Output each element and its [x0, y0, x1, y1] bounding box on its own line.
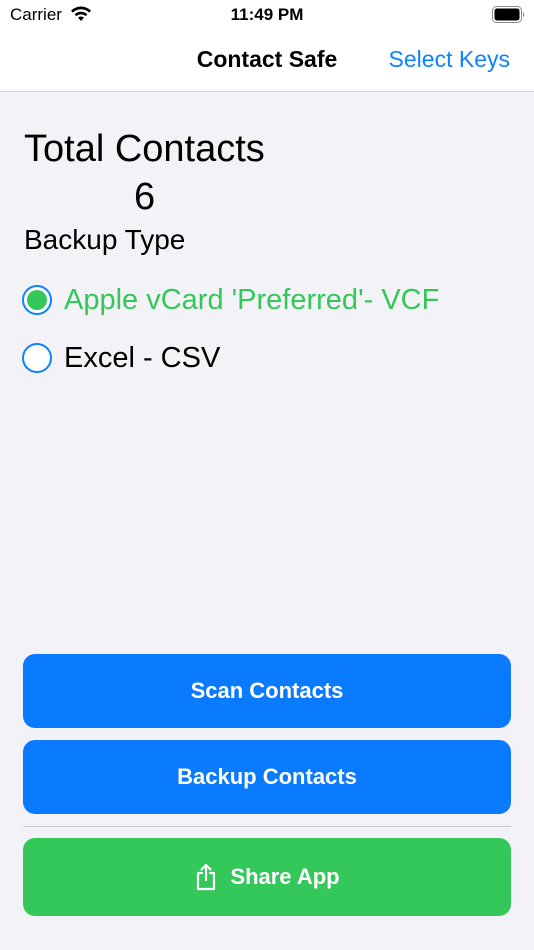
app-screen: Carrier 11:49 PM Contact Safe Select Key…	[0, 0, 534, 950]
total-contacts-label: Total Contacts	[24, 128, 265, 170]
select-keys-button[interactable]: Select Keys	[389, 46, 510, 73]
backup-option-vcf[interactable]: Apple vCard 'Preferred'- VCF	[22, 283, 439, 317]
backup-type-label: Backup Type	[24, 224, 186, 255]
status-time: 11:49 PM	[230, 5, 304, 24]
navigation-bar: Carrier 11:49 PM Contact Safe Select Key…	[0, 0, 534, 92]
share-app-label: Share App	[230, 864, 340, 889]
backup-option-label: Excel - CSV	[64, 341, 221, 374]
share-icon	[197, 863, 216, 891]
scan-contacts-label: Scan Contacts	[190, 678, 344, 703]
divider	[23, 826, 511, 827]
backup-option-csv[interactable]: Excel - CSV	[22, 341, 220, 375]
backup-option-label: Apple vCard 'Preferred'- VCF	[64, 283, 440, 316]
radio-unselected-icon[interactable]	[22, 343, 52, 373]
radio-selected-icon[interactable]	[22, 285, 52, 315]
share-app-button[interactable]: Share App	[23, 838, 511, 916]
backup-contacts-button[interactable]: Backup Contacts	[23, 740, 511, 814]
backup-contacts-label: Backup Contacts	[177, 764, 357, 789]
battery-icon	[492, 6, 525, 23]
scan-contacts-button[interactable]: Scan Contacts	[23, 654, 511, 728]
total-contacts-count: 6	[134, 176, 156, 218]
